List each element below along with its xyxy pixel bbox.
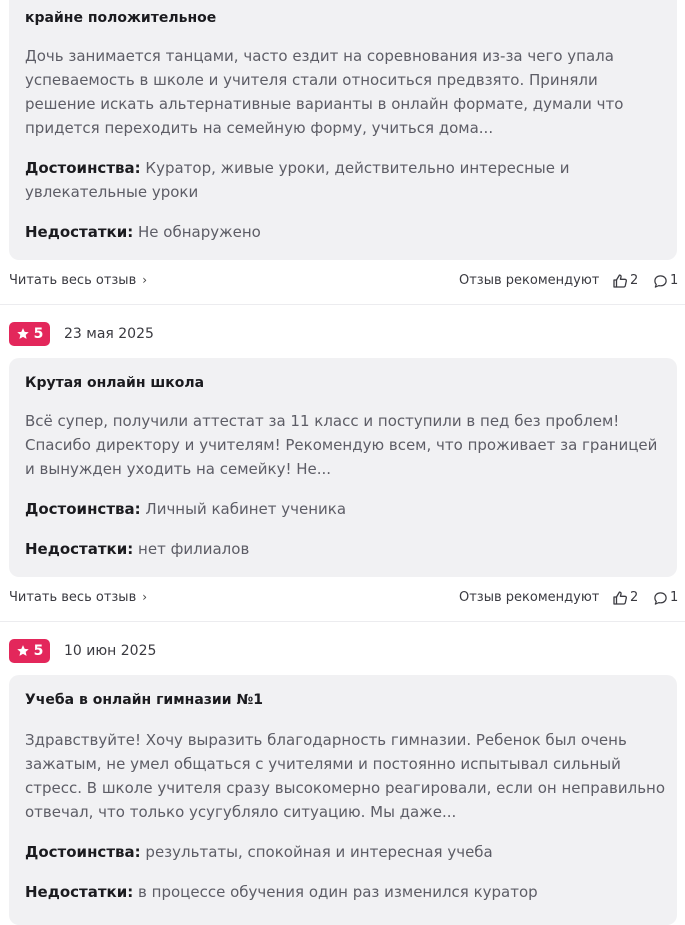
like-button[interactable]: 2 bbox=[612, 588, 638, 608]
pros-label: Достоинства: bbox=[25, 843, 141, 861]
rating-badge: 5 bbox=[9, 322, 50, 346]
star-icon bbox=[16, 645, 29, 656]
review-text: Дочь занимается танцами, часто ездит на … bbox=[25, 47, 624, 137]
likes-count: 2 bbox=[630, 273, 639, 288]
read-more-label: Читать весь отзыв bbox=[9, 590, 137, 605]
pros-label: Достоинства: bbox=[25, 159, 141, 177]
comments-button[interactable]: 1 bbox=[653, 271, 678, 291]
read-more-label: Читать весь отзыв bbox=[9, 273, 137, 288]
recommend-label: Отзыв рекомендуют bbox=[459, 590, 600, 605]
chevron-right-icon: › bbox=[142, 273, 148, 287]
review-cons: Недостатки: в процессе обучения один раз… bbox=[25, 880, 665, 904]
review-title: крайне положительное bbox=[25, 10, 217, 26]
comments-button[interactable]: 1 bbox=[653, 588, 678, 608]
cons-text: в процессе обучения один раз изменился к… bbox=[138, 883, 538, 901]
pros-label: Достоинства: bbox=[25, 500, 141, 518]
star-icon bbox=[16, 328, 29, 339]
thumbs-up-icon bbox=[613, 591, 627, 605]
review-cons: Недостатки: нет филиалов bbox=[25, 537, 665, 561]
cons-text: Не обнаружено bbox=[138, 223, 261, 241]
cons-label: Недостатки: bbox=[25, 540, 134, 558]
review-card: крайне положительное Дочь занимается тан… bbox=[9, 0, 677, 260]
divider bbox=[0, 621, 685, 622]
chevron-right-icon: › bbox=[142, 590, 148, 604]
like-button[interactable]: 2 bbox=[612, 271, 638, 291]
review-footer: Читать весь отзыв › Отзыв рекомендуют 2 1 bbox=[0, 588, 685, 610]
review-title: Учеба в онлайн гимназии №1 bbox=[25, 692, 263, 708]
rating-value: 5 bbox=[33, 326, 44, 342]
review-cons: Недостатки: Не обнаружено bbox=[25, 220, 665, 244]
read-full-review-link[interactable]: Читать весь отзыв › bbox=[9, 590, 147, 605]
comments-count: 1 bbox=[670, 273, 679, 288]
read-full-review-link[interactable]: Читать весь отзыв › bbox=[9, 273, 147, 288]
review-date: 23 мая 2025 bbox=[64, 326, 154, 342]
divider bbox=[0, 304, 685, 305]
review-pros: Достоинства: результаты, спокойная и инт… bbox=[25, 840, 665, 864]
review-pros: Достоинства: Личный кабинет ученика bbox=[25, 497, 665, 521]
likes-count: 2 bbox=[630, 590, 639, 605]
rating-value: 5 bbox=[33, 643, 44, 659]
review-text: Здравствуйте! Хочу выразить благодарност… bbox=[25, 731, 666, 821]
review-card: Учеба в онлайн гимназии №1 Здравствуйте!… bbox=[9, 675, 677, 925]
review-footer: Читать весь отзыв › Отзыв рекомендуют 2 1 bbox=[0, 271, 685, 293]
cons-label: Недостатки: bbox=[25, 883, 134, 901]
comments-count: 1 bbox=[670, 590, 679, 605]
cons-label: Недостатки: bbox=[25, 223, 134, 241]
review-card: Крутая онлайн школа Всё супер, получили … bbox=[9, 358, 677, 577]
review-text: Всё супер, получили аттестат за 11 класс… bbox=[25, 412, 658, 478]
pros-text: результаты, спокойная и интересная учеба bbox=[145, 843, 493, 861]
review-meta: 5 10 июн 2025 bbox=[9, 639, 409, 663]
review-date: 10 июн 2025 bbox=[64, 643, 157, 659]
rating-badge: 5 bbox=[9, 639, 50, 663]
review-meta: 5 23 мая 2025 bbox=[9, 322, 409, 346]
review-title: Крутая онлайн школа bbox=[25, 375, 205, 391]
comment-icon bbox=[654, 274, 667, 288]
thumbs-up-icon bbox=[613, 274, 627, 288]
recommend-label: Отзыв рекомендуют bbox=[459, 273, 600, 288]
cons-text: нет филиалов bbox=[138, 540, 250, 558]
pros-text: Личный кабинет ученика bbox=[145, 500, 347, 518]
review-pros: Достоинства: Куратор, живые уроки, дейст… bbox=[25, 156, 665, 204]
comment-icon bbox=[654, 591, 667, 605]
